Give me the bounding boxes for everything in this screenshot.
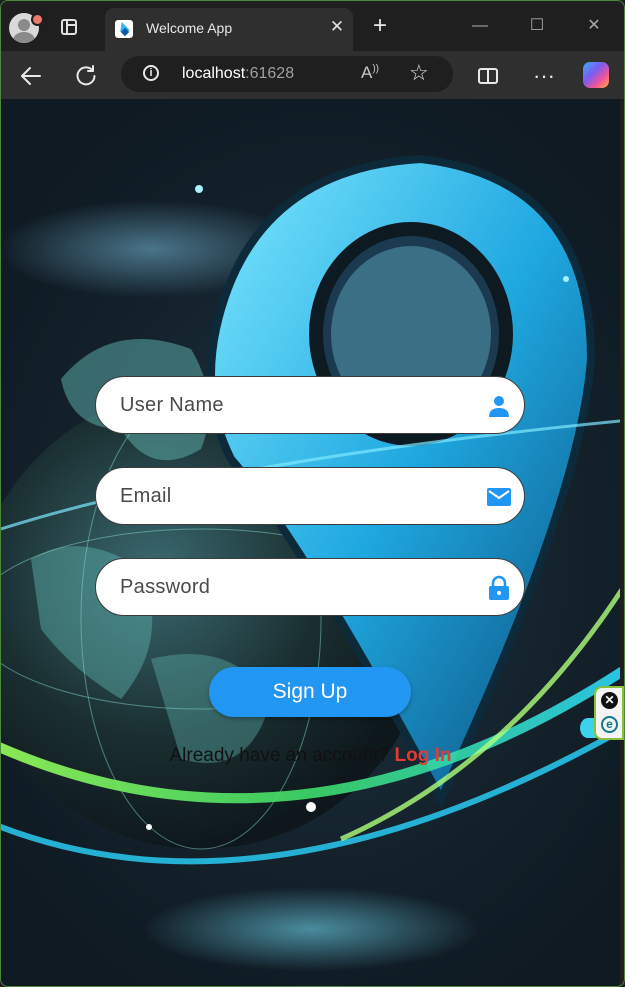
email-field[interactable]: Email (95, 467, 525, 525)
new-tab-plus-icon[interactable]: + (369, 14, 391, 38)
background-artwork (1, 154, 620, 865)
password-placeholder: Password (120, 576, 211, 598)
login-link[interactable]: Log In (395, 745, 452, 766)
widget-close-icon[interactable]: ✕ (601, 692, 618, 709)
refresh-icon[interactable] (73, 63, 99, 89)
email-icon (487, 488, 511, 506)
browser-toolbar: i localhost:61628 A)) ☆ ··· (1, 51, 624, 99)
minimize-icon[interactable]: — (469, 15, 491, 37)
browser-window: Welcome App ✕ + — ☐ ✕ i localhost:61628 … (0, 0, 625, 987)
read-aloud-icon[interactable]: A)) (361, 63, 379, 83)
star-icon[interactable]: ☆ (409, 60, 429, 86)
tab-actions-icon[interactable] (61, 19, 77, 35)
maximize-icon[interactable]: ☐ (526, 15, 548, 37)
extension-widget[interactable]: ✕ e (594, 686, 624, 740)
split-screen-icon[interactable] (475, 63, 501, 89)
copilot-icon[interactable] (583, 62, 609, 88)
login-prompt: Already have an account? Log In (1, 745, 620, 767)
more-icon[interactable]: ··· (531, 63, 557, 89)
app-content: User Name Email Password Sign Up Already… (1, 99, 620, 986)
widget-e-icon[interactable]: e (601, 716, 618, 733)
tab-title: Welcome App (146, 20, 233, 36)
active-tab[interactable]: Welcome App ✕ (105, 8, 353, 51)
tab-strip: Welcome App ✕ + — ☐ ✕ (1, 1, 624, 51)
tab-close-icon[interactable]: ✕ (327, 17, 347, 37)
address-bar[interactable]: i localhost:61628 A)) ☆ (121, 56, 453, 92)
password-field[interactable]: Password (95, 558, 525, 616)
already-account-text: Already have an account? (169, 745, 395, 766)
window-close-icon[interactable]: ✕ (583, 15, 605, 37)
info-icon[interactable]: i (143, 65, 159, 81)
flutter-favicon-icon (115, 20, 133, 38)
signup-button[interactable]: Sign Up (209, 667, 411, 717)
url-text[interactable]: localhost:61628 (182, 65, 294, 83)
notification-dot (31, 13, 44, 26)
email-placeholder: Email (120, 485, 172, 507)
back-arrow-icon[interactable] (18, 63, 44, 89)
person-icon (489, 396, 509, 417)
lock-icon (489, 575, 509, 600)
username-placeholder: User Name (120, 394, 224, 416)
username-field[interactable]: User Name (95, 376, 525, 434)
